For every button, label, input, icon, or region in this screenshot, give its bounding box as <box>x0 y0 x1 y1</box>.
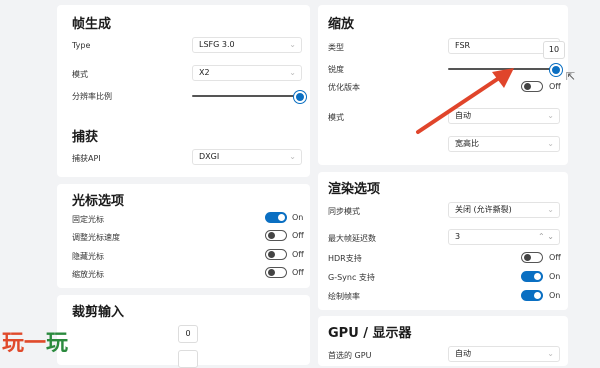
toggle-knob <box>524 83 531 90</box>
sharpness-value-box: 10 <box>543 41 565 59</box>
perf-toggle-state: Off <box>549 82 561 91</box>
cursor-item-label: 调整光标速度 <box>72 233 120 242</box>
watermark-logo: 玩一玩 <box>2 330 69 356</box>
gsync-toggle-state: On <box>549 272 561 281</box>
crop-title: 裁剪输入 <box>72 305 125 320</box>
cursor-toggle[interactable] <box>265 267 287 278</box>
toggle-knob <box>524 254 531 261</box>
cursor-toggle[interactable] <box>265 212 287 223</box>
cursor-title: 光标选项 <box>72 194 125 209</box>
toggle-knob <box>268 232 275 239</box>
resolution-slider-thumb[interactable] <box>294 91 306 103</box>
frame-gen-type-select[interactable]: LSFG 3.0 ⌄ <box>192 37 302 53</box>
capture-api-select[interactable]: DXGI ⌄ <box>192 149 302 165</box>
mouse-cursor-icon: ⇱ <box>566 70 576 83</box>
crop-input[interactable]: 0 <box>178 325 198 343</box>
cursor-toggle-state: Off <box>292 250 304 259</box>
scaling-title: 缩放 <box>328 17 355 32</box>
capture-title: 捕获 <box>72 130 99 145</box>
chevron-down-icon: ⌄ <box>289 152 296 161</box>
aspect-value: 宽高比 <box>455 139 479 148</box>
resolution-label: 分辨率比例 <box>72 92 112 101</box>
hdr-toggle-state: Off <box>549 253 561 262</box>
crop-input-2[interactable] <box>178 350 198 368</box>
scaling-type-label: 类型 <box>328 43 344 52</box>
chevron-down-icon: ⌄ <box>547 205 554 214</box>
latency-label: 最大帧延迟数 <box>328 234 376 243</box>
toggle-knob <box>268 269 275 276</box>
toggle-knob <box>534 292 541 299</box>
frame-gen-title: 帧生成 <box>72 17 112 32</box>
scaling-mode-label: 模式 <box>328 113 344 122</box>
preferred-gpu-label: 首选的 GPU <box>328 351 372 360</box>
preferred-gpu-value: 自动 <box>455 349 471 358</box>
frame-gen-type-label: Type <box>72 41 91 50</box>
drawrate-label: 绘制帧率 <box>328 292 360 301</box>
sharpness-label: 锐度 <box>328 65 344 74</box>
stepper-arrows-icon[interactable]: ⌃ ⌄ <box>538 230 554 244</box>
gsync-label: G-Sync 支持 <box>328 273 375 282</box>
gpu-title: GPU / 显示器 <box>328 326 412 341</box>
chevron-down-icon: ⌄ <box>289 40 296 49</box>
frame-gen-mode-select[interactable]: X2 ⌄ <box>192 65 302 81</box>
annotation-arrow <box>416 68 514 134</box>
chevron-down-icon: ⌄ <box>547 349 554 358</box>
toggle-knob <box>268 251 275 258</box>
cursor-toggle[interactable] <box>265 249 287 260</box>
chevron-down-icon: ⌄ <box>547 111 554 120</box>
cursor-item-label: 固定光标 <box>72 215 104 224</box>
perf-label: 优化版本 <box>328 83 360 92</box>
toggle-knob <box>278 214 285 221</box>
resolution-slider-track[interactable] <box>192 95 298 97</box>
chevron-down-icon: ⌄ <box>289 68 296 77</box>
cursor-toggle-state: Off <box>292 231 304 240</box>
frame-gen-type-value: LSFG 3.0 <box>199 40 235 49</box>
sharpness-slider-thumb[interactable] <box>550 64 562 76</box>
cursor-toggle-state: On <box>292 213 304 222</box>
perf-toggle[interactable] <box>521 81 543 92</box>
latency-value: 3 <box>455 232 461 241</box>
cursor-item-label: 缩放光标 <box>72 270 104 279</box>
cursor-toggle[interactable] <box>265 230 287 241</box>
scaling-type-value: FSR <box>455 41 471 50</box>
sync-select[interactable]: 关闭 (允许撕裂) ⌄ <box>448 202 560 218</box>
frame-gen-mode-value: X2 <box>199 68 210 77</box>
sync-value: 关闭 (允许撕裂) <box>455 205 512 214</box>
hdr-toggle[interactable] <box>521 252 543 263</box>
sync-label: 同步模式 <box>328 207 360 216</box>
chevron-down-icon: ⌄ <box>547 139 554 148</box>
latency-stepper[interactable]: 3 ⌃ ⌄ <box>448 229 560 245</box>
toggle-knob <box>534 273 541 280</box>
drawrate-toggle-state: On <box>549 291 561 300</box>
frame-gen-mode-label: 模式 <box>72 70 88 79</box>
drawrate-toggle[interactable] <box>521 290 543 301</box>
cursor-toggle-state: Off <box>292 268 304 277</box>
gsync-toggle[interactable] <box>521 271 543 282</box>
cursor-item-label: 隐藏光标 <box>72 252 104 261</box>
render-title: 渲染选项 <box>328 182 381 197</box>
capture-api-label: 捕获API <box>72 154 101 163</box>
capture-api-value: DXGI <box>199 152 220 161</box>
hdr-label: HDR支持 <box>328 254 362 263</box>
